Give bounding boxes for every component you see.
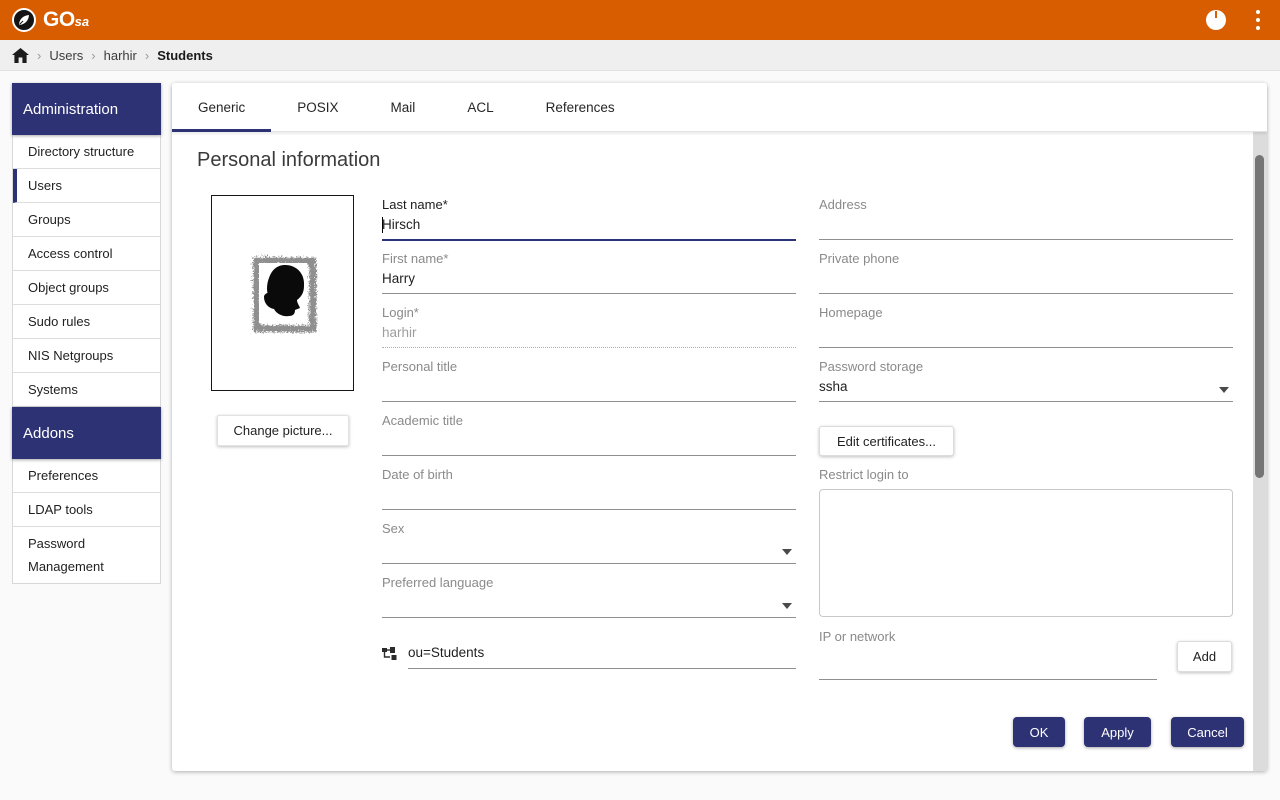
sidebar-item-nis-netgroups[interactable]: NIS Netgroups: [13, 339, 160, 373]
ok-button[interactable]: OK: [1013, 717, 1065, 747]
session-timer-icon[interactable]: [1206, 10, 1226, 30]
add-button[interactable]: Add: [1177, 641, 1232, 672]
logo-text: GO: [43, 8, 75, 31]
chevron-down-icon[interactable]: [782, 549, 792, 555]
field-login: Login*: [382, 305, 796, 348]
cancel-button[interactable]: Cancel: [1171, 717, 1244, 747]
breadcrumb: › Users › harhir › Students: [0, 40, 1280, 71]
sidebar-item-access-control[interactable]: Access control: [13, 237, 160, 271]
restrict-login-list[interactable]: [819, 489, 1233, 617]
field-sex: Sex: [382, 521, 796, 564]
tab-bar: Generic POSIX Mail ACL References: [172, 83, 1267, 132]
sidebar-item-preferences[interactable]: Preferences: [13, 459, 160, 493]
scrollbar-track[interactable]: [1253, 132, 1267, 771]
tab-references[interactable]: References: [520, 83, 641, 131]
sidebar-item-object-groups[interactable]: Object groups: [13, 271, 160, 305]
sidebar-item-systems[interactable]: Systems: [13, 373, 160, 406]
login-input: [382, 323, 796, 347]
breadcrumb-students-current: Students: [157, 48, 213, 63]
address-label: Address: [819, 197, 1233, 213]
field-homepage: Homepage: [819, 305, 1233, 348]
field-password-storage: Password storage: [819, 359, 1233, 402]
first-name-input[interactable]: [382, 269, 796, 293]
field-address: Address: [819, 197, 1233, 240]
last-name-input[interactable]: [382, 215, 796, 239]
ip-or-network-input[interactable]: [819, 655, 1157, 679]
rocket-icon: [12, 8, 36, 32]
sidebar-item-sudo-rules[interactable]: Sudo rules: [13, 305, 160, 339]
login-label: Login*: [382, 305, 796, 321]
private-phone-label: Private phone: [819, 251, 1233, 267]
homepage-input[interactable]: [819, 323, 1233, 347]
date-of-birth-label: Date of birth: [382, 467, 796, 483]
breadcrumb-users[interactable]: Users: [49, 48, 83, 63]
breadcrumb-separator: ›: [37, 48, 41, 63]
field-base: [382, 641, 796, 669]
field-preferred-language: Preferred language: [382, 575, 796, 618]
field-private-phone: Private phone: [819, 251, 1233, 294]
breadcrumb-separator: ›: [91, 48, 95, 63]
chevron-down-icon[interactable]: [782, 603, 792, 609]
page-title: Personal information: [197, 149, 380, 172]
date-of-birth-input[interactable]: [382, 485, 796, 509]
restrict-login-label: Restrict login to: [819, 467, 909, 482]
academic-title-input[interactable]: [382, 431, 796, 455]
sex-select[interactable]: [382, 539, 796, 563]
password-storage-select[interactable]: [819, 377, 1233, 401]
field-personal-title: Personal title: [382, 359, 796, 402]
edit-certificates-button[interactable]: Edit certificates...: [819, 426, 954, 456]
sidebar-section-administration: Administration: [12, 83, 161, 135]
address-input[interactable]: [819, 215, 1233, 239]
home-icon[interactable]: [12, 48, 29, 63]
sidebar-section-addons: Addons: [12, 407, 161, 459]
password-storage-label: Password storage: [819, 359, 1233, 375]
gosa-logo[interactable]: GOsa: [12, 8, 89, 32]
first-name-label: First name*: [382, 251, 796, 267]
private-phone-input[interactable]: [819, 269, 1233, 293]
tab-posix[interactable]: POSIX: [271, 83, 364, 131]
homepage-label: Homepage: [819, 305, 1233, 321]
field-academic-title: Academic title: [382, 413, 796, 456]
logo-suffix: sa: [75, 14, 89, 29]
personal-title-input[interactable]: [382, 377, 796, 401]
last-name-label: Last name*: [382, 197, 796, 213]
user-edit-panel: Generic POSIX Mail ACL References Person…: [172, 83, 1267, 771]
field-last-name: Last name*: [382, 197, 796, 241]
sidebar-item-ldap-tools[interactable]: LDAP tools: [13, 493, 160, 527]
overflow-menu-icon[interactable]: [1250, 8, 1266, 32]
breadcrumb-harhir[interactable]: harhir: [104, 48, 137, 63]
app-header: GOsa: [0, 0, 1280, 40]
personal-title-label: Personal title: [382, 359, 796, 375]
preferred-language-label: Preferred language: [382, 575, 796, 591]
scrollbar-thumb[interactable]: [1255, 155, 1264, 478]
sex-label: Sex: [382, 521, 796, 537]
sidebar: Administration Directory structure Users…: [12, 83, 161, 584]
sidebar-item-users[interactable]: Users: [13, 169, 160, 203]
base-input[interactable]: [408, 641, 796, 668]
tab-mail[interactable]: Mail: [365, 83, 442, 131]
text-cursor: [382, 217, 383, 233]
field-first-name: First name*: [382, 251, 796, 294]
sidebar-item-directory-structure[interactable]: Directory structure: [13, 135, 160, 169]
sidebar-item-password-management[interactable]: Password Management: [13, 527, 160, 583]
breadcrumb-separator: ›: [145, 48, 149, 63]
tab-acl[interactable]: ACL: [441, 83, 519, 131]
chevron-down-icon[interactable]: [1219, 387, 1229, 393]
tree-icon[interactable]: [382, 641, 398, 666]
field-ip-or-network: IP or network: [819, 629, 1157, 680]
ip-or-network-label: IP or network: [819, 629, 1157, 645]
sidebar-item-groups[interactable]: Groups: [13, 203, 160, 237]
tab-generic[interactable]: Generic: [172, 83, 271, 131]
academic-title-label: Academic title: [382, 413, 796, 429]
user-photo: [211, 195, 354, 391]
change-picture-button[interactable]: Change picture...: [217, 415, 349, 446]
apply-button[interactable]: Apply: [1084, 717, 1151, 747]
preferred-language-select[interactable]: [382, 593, 796, 617]
field-date-of-birth: Date of birth: [382, 467, 796, 510]
